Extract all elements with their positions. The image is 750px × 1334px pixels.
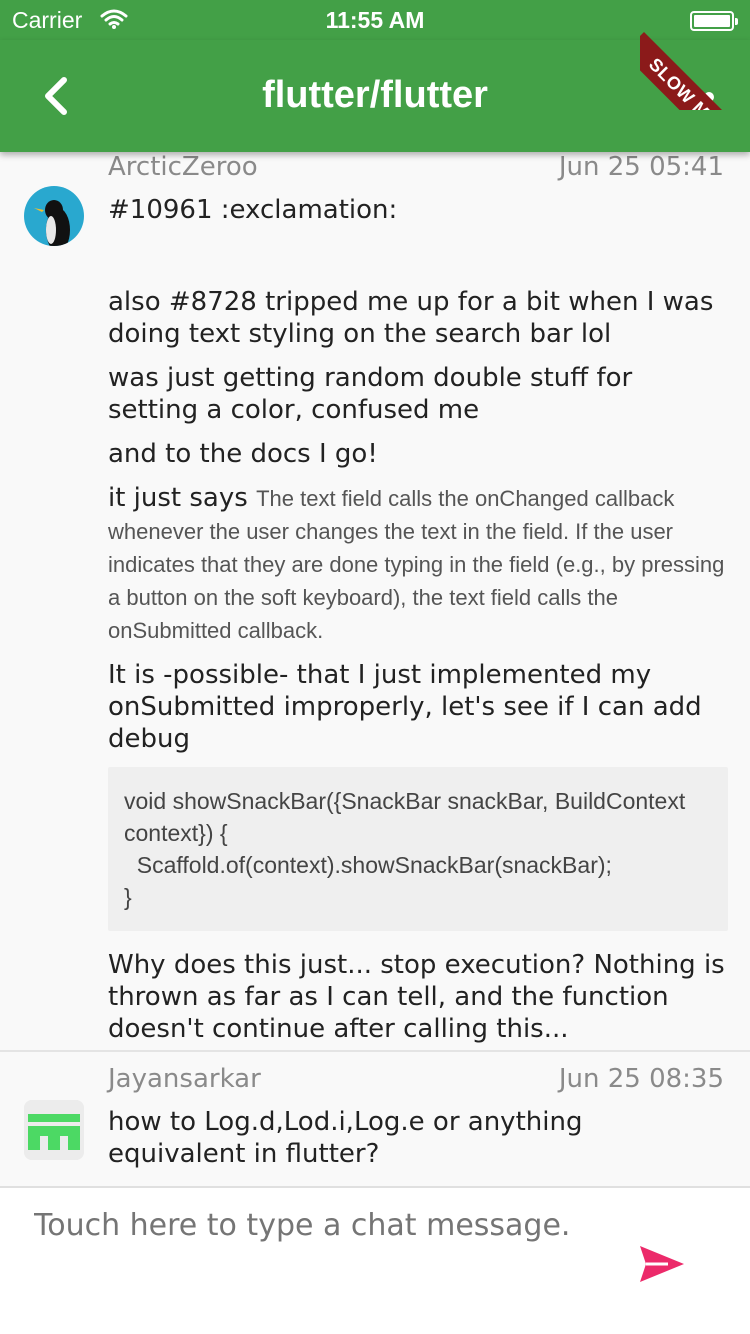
clock: 11:55 AM [325,7,425,33]
message-item: ArcticZeroo Jun 25 05:41 #10961 :exclama… [0,152,750,1050]
message-date: Jun 25 08:35 [558,1064,724,1094]
message-paragraph: #10961 :exclamation: [108,195,398,225]
message-quote-paragraph: it just says The text field calls the on… [108,482,728,647]
avatar[interactable] [24,186,84,246]
message-paragraph: also #8728 tripped me up for a bit when … [108,287,714,349]
avatar[interactable] [24,1100,84,1160]
message-author[interactable]: ArcticZeroo [108,152,258,182]
message-paragraph: It is -possible- that I just implemented… [108,660,702,754]
message-composer [0,1186,750,1334]
penguin-icon [34,200,70,246]
quote-lead: it just says [108,483,248,513]
debug-banner-label: SLOW MODE [640,32,750,110]
message-item: Jayansarkar Jun 25 08:35 how to Log.d,Lo… [0,1052,750,1186]
message-paragraph: was just getting random double stuff for… [108,363,633,425]
matrix-logo-icon [24,1100,84,1160]
message-list[interactable]: ArcticZeroo Jun 25 05:41 #10961 :exclama… [0,152,750,1186]
send-icon[interactable] [638,1244,686,1284]
page-title: flutter/flutter [262,74,488,116]
chat-message-input[interactable] [34,1208,614,1243]
status-bar: Carrier 11:55 AM [0,0,750,40]
message-body: #10961 :exclamation: also #8728 tripped … [108,194,728,1057]
message-date: Jun 25 05:41 [558,152,724,182]
app-bar: flutter/flutter [0,40,750,152]
debug-banner: SLOW MODE [640,0,750,110]
code-block: void showSnackBar({SnackBar snackBar, Bu… [108,767,728,931]
message-body: how to Log.d,Lod.i,Log.e or anything equ… [108,1107,583,1169]
message-paragraph: and to the docs I go! [108,439,378,469]
message-author[interactable]: Jayansarkar [108,1064,261,1094]
message-paragraph: Why does this just... stop execution? No… [108,950,725,1044]
